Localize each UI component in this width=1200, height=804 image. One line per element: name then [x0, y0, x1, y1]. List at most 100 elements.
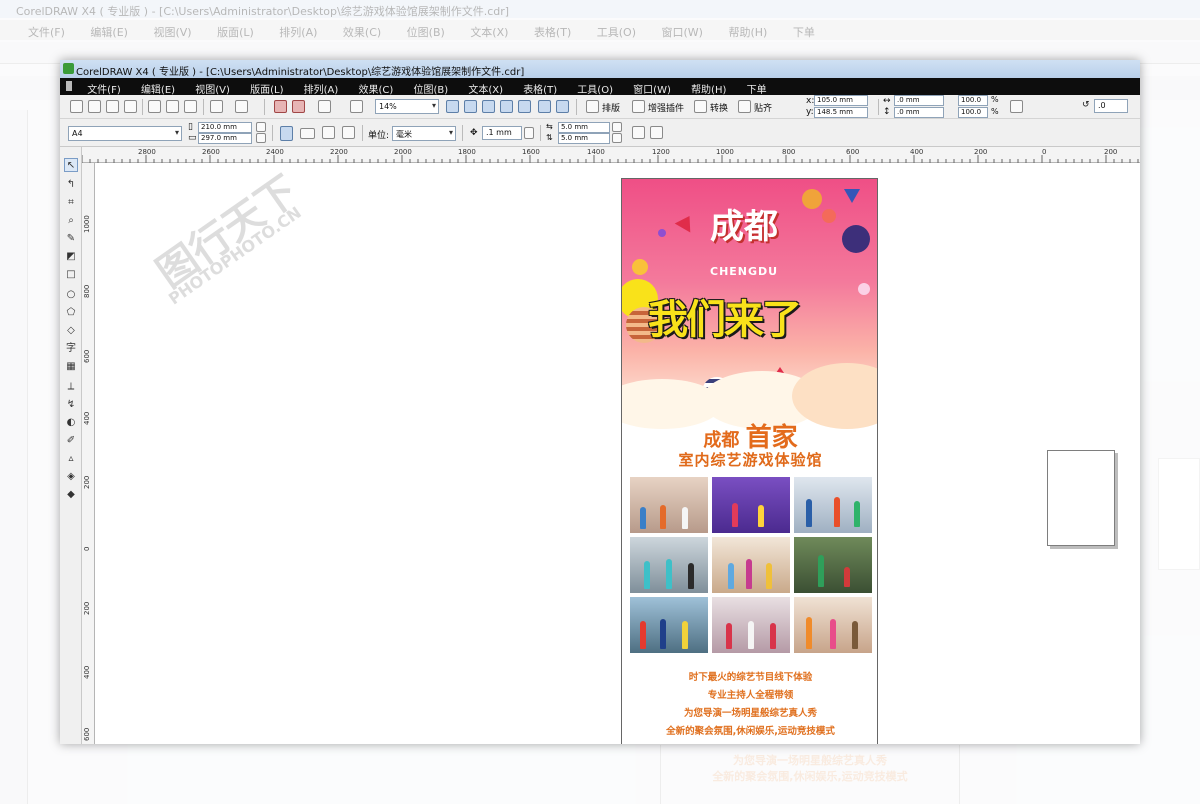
- print-icon[interactable]: [124, 100, 137, 113]
- menubar-grip-icon[interactable]: [66, 81, 72, 91]
- scale-width-input[interactable]: 100.0: [958, 95, 988, 106]
- background-poster-echo: 为您导演一场明星般综艺真人秀 全新的聚会氛围,休闲娱乐,运动竞技模式: [660, 745, 960, 804]
- convert-plugin-icon[interactable]: [694, 100, 707, 113]
- unit-select[interactable]: 毫米: [392, 126, 456, 141]
- horizontal-ruler[interactable]: 2800 2600 2400 2200 2000 1800 1600 1400 …: [82, 147, 1140, 163]
- dimension-tool-icon[interactable]: ⟂: [64, 380, 78, 394]
- window-titlebar[interactable]: CorelDRAW X4 ( 专业版 ) - [C:\Users\Adminis…: [60, 60, 1140, 78]
- basic-shapes-tool-icon[interactable]: ◇: [64, 324, 78, 338]
- open-icon[interactable]: [88, 100, 101, 113]
- blend-tool-icon[interactable]: ◐: [64, 416, 78, 430]
- table-tool-icon[interactable]: ▦: [64, 360, 78, 374]
- photo-figure: [644, 561, 650, 589]
- photo-figure: [852, 621, 858, 649]
- export-icon[interactable]: [292, 100, 305, 113]
- photo-figure: [660, 619, 666, 649]
- y-position-input[interactable]: 148.5 mm: [814, 107, 868, 118]
- paste-icon[interactable]: [184, 100, 197, 113]
- background-menu-item: 位图(B): [406, 26, 445, 39]
- zoom-tool-icon[interactable]: ⌕: [64, 214, 78, 228]
- zoom-out-icon[interactable]: [464, 100, 477, 113]
- vertical-ruler[interactable]: 1000 800 600 400 200 0 200 400 600: [82, 163, 95, 744]
- zoom-in-icon[interactable]: [446, 100, 459, 113]
- shape-tool-icon[interactable]: ↰: [64, 178, 78, 192]
- import-icon[interactable]: [274, 100, 287, 113]
- cut-icon[interactable]: [148, 100, 161, 113]
- duplicate-y-input[interactable]: 5.0 mm: [558, 133, 610, 144]
- smart-fill-tool-icon[interactable]: ◩: [64, 250, 78, 264]
- zoom-level-select[interactable]: 14%: [375, 99, 439, 114]
- freehand-tool-icon[interactable]: ✎: [64, 232, 78, 246]
- redo-icon[interactable]: [235, 100, 248, 113]
- zoom-height-icon[interactable]: [556, 100, 569, 113]
- zoom-selected-icon[interactable]: [482, 100, 495, 113]
- polygon-tool-icon[interactable]: ⬠: [64, 306, 78, 320]
- page-width-input[interactable]: 210.0 mm: [198, 122, 252, 133]
- toolbar-separator: [272, 125, 273, 141]
- outline-tool-icon[interactable]: ▵: [64, 452, 78, 466]
- layout-plugin-icon[interactable]: [586, 100, 599, 113]
- page-height-input[interactable]: 297.0 mm: [198, 133, 252, 144]
- layout-plugin-label[interactable]: 排版: [602, 101, 620, 114]
- new-document-icon[interactable]: [70, 100, 83, 113]
- drawing-canvas[interactable]: 图行天下 PHOTOPHOTO.CN 成都 CHENGDU 我们来了 成都 首家…: [95, 163, 1140, 744]
- scale-height-input[interactable]: 100.0: [958, 107, 988, 118]
- convert-plugin-label[interactable]: 转换: [710, 101, 728, 114]
- save-icon[interactable]: [106, 100, 119, 113]
- fill-tool-icon[interactable]: ◈: [64, 470, 78, 484]
- units-toggle-icon[interactable]: [632, 126, 645, 139]
- page-size-select[interactable]: A4: [68, 126, 182, 141]
- decor-ball: [632, 259, 648, 275]
- poster-page[interactable]: 成都 CHENGDU 我们来了 成都 首家 室内综艺游戏体验馆 时下最火的综艺节…: [621, 178, 878, 744]
- nudge-spin-icon[interactable]: [524, 127, 534, 139]
- background-menu-item: 版面(L): [217, 26, 254, 39]
- text-tool-icon[interactable]: 字: [64, 342, 78, 356]
- landscape-icon[interactable]: [300, 128, 315, 139]
- interactive-fill-tool-icon[interactable]: ◆: [64, 488, 78, 502]
- welcome-screen-icon[interactable]: [350, 100, 363, 113]
- current-page-icon[interactable]: [342, 126, 355, 139]
- undo-icon[interactable]: [210, 100, 223, 113]
- zoom-page-icon[interactable]: [518, 100, 531, 113]
- object-height-input[interactable]: .0 mm: [894, 107, 944, 118]
- toolbar-separator: [576, 99, 577, 115]
- crop-tool-icon[interactable]: ⌗: [64, 196, 78, 210]
- page-size-value: A4: [72, 129, 83, 138]
- snap-plugin-label[interactable]: 贴齐: [754, 101, 772, 114]
- rectangle-tool-icon[interactable]: □: [64, 268, 78, 282]
- background-poster-echo-line: 全新的聚会氛围,休闲娱乐,运动竞技模式: [712, 770, 908, 783]
- enhance-plugin-icon[interactable]: [632, 100, 645, 113]
- standard-toolbar: 14% 排版 增强插件 转换 贴齐 x: 105.0 mm y: 148.5 m…: [60, 95, 1140, 119]
- object-width-input[interactable]: .0 mm: [894, 95, 944, 106]
- page-width-spin-icon[interactable]: [256, 122, 266, 132]
- page-height-spin-icon[interactable]: [256, 133, 266, 143]
- x-position-input[interactable]: 105.0 mm: [814, 95, 868, 106]
- treat-as-filled-icon[interactable]: [650, 126, 663, 139]
- duplicate-y-spin-icon[interactable]: [612, 133, 622, 143]
- zoom-all-icon[interactable]: [500, 100, 513, 113]
- lock-ratio-icon[interactable]: [1010, 100, 1023, 113]
- pick-tool-icon[interactable]: ↖: [64, 158, 78, 172]
- duplicate-x-spin-icon[interactable]: [612, 122, 622, 132]
- connector-tool-icon[interactable]: ↯: [64, 398, 78, 412]
- photo-figure: [732, 503, 738, 527]
- copy-icon[interactable]: [166, 100, 179, 113]
- background-menubar: 文件(F) 编辑(E) 视图(V) 版面(L) 排列(A) 效果(C) 位图(B…: [0, 20, 1200, 40]
- toolbar-separator: [142, 99, 143, 115]
- zoom-width-icon[interactable]: [538, 100, 551, 113]
- page-width-icon: ▯: [188, 122, 193, 132]
- eyedropper-tool-icon[interactable]: ✐: [64, 434, 78, 448]
- portrait-icon[interactable]: [280, 126, 293, 141]
- enhance-plugin-label[interactable]: 增强插件: [648, 101, 684, 114]
- ruler-tick-label: 400: [83, 411, 91, 425]
- nudge-distance-input[interactable]: .1 mm: [482, 126, 522, 140]
- ellipse-tool-icon[interactable]: ○: [64, 288, 78, 302]
- rotation-angle-input[interactable]: .0: [1094, 99, 1128, 113]
- snap-plugin-icon[interactable]: [738, 100, 751, 113]
- all-pages-icon[interactable]: [322, 126, 335, 139]
- photo-figure: [726, 623, 732, 649]
- application-launcher-icon[interactable]: [318, 100, 331, 113]
- poster-city-title: 成都: [710, 207, 778, 247]
- a4-page-outline[interactable]: [1047, 450, 1115, 546]
- duplicate-x-input[interactable]: 5.0 mm: [558, 122, 610, 133]
